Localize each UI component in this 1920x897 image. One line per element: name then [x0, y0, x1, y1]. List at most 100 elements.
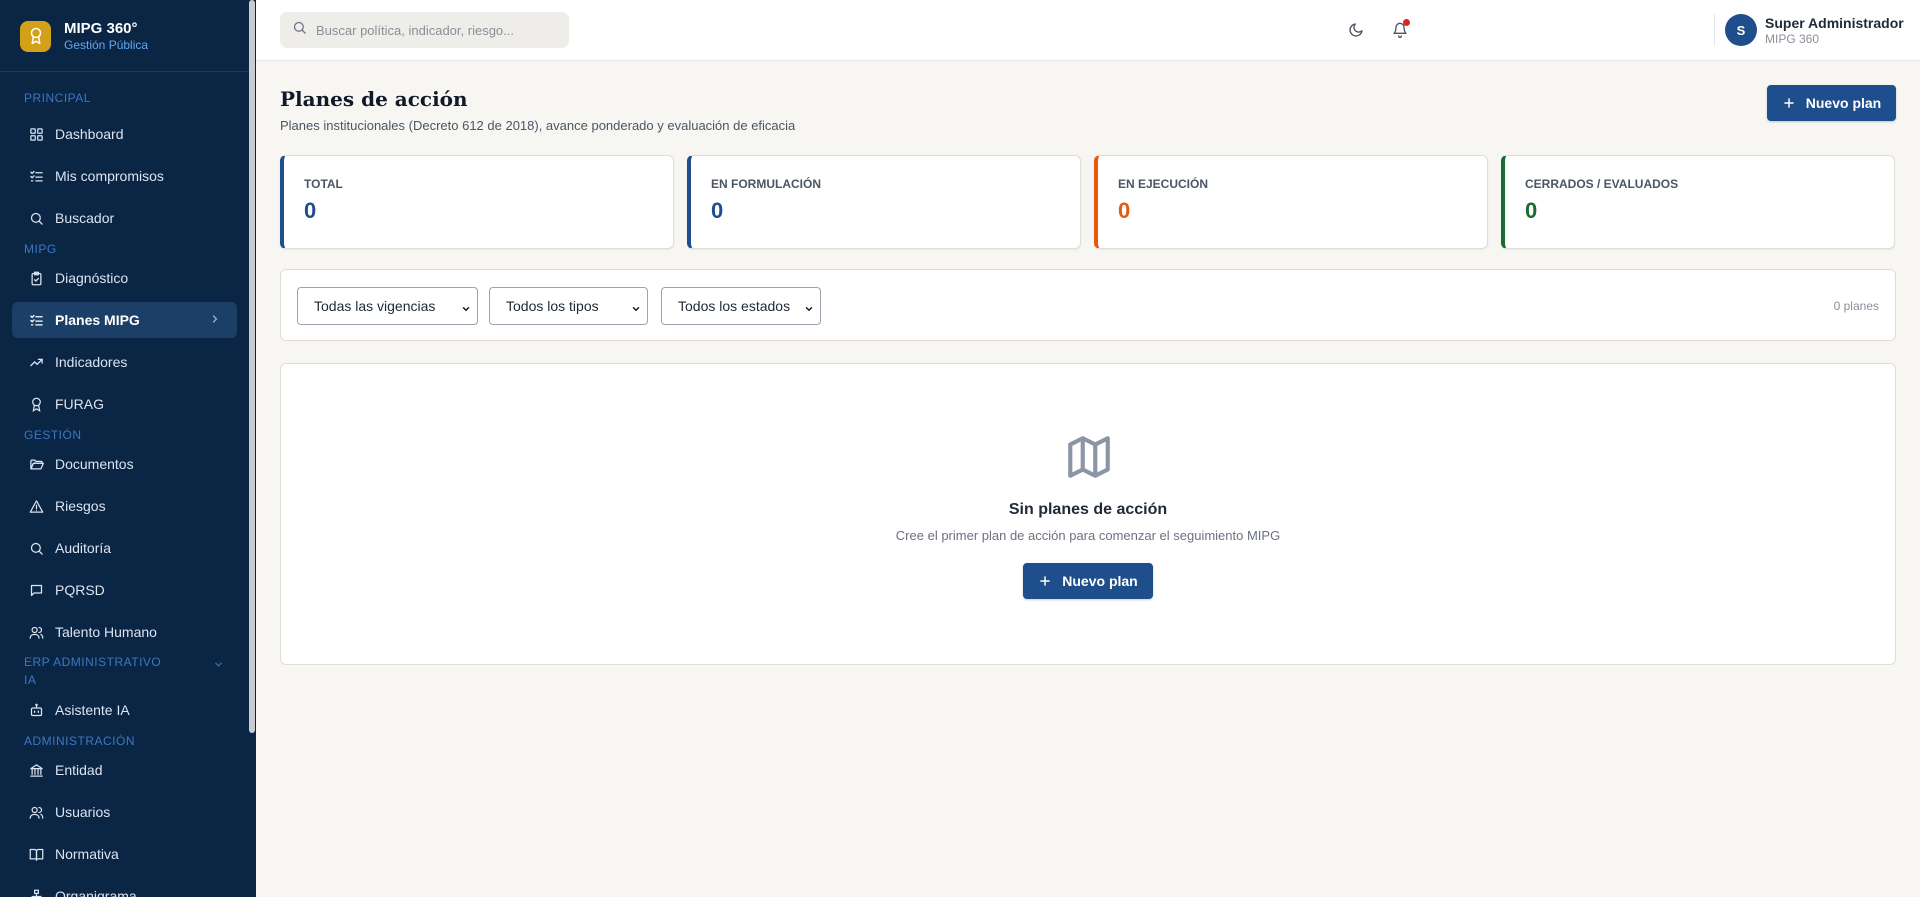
sidebar-item-documentos[interactable]: Documentos — [12, 446, 237, 482]
divider — [0, 71, 252, 72]
stat-card-en-ejecucion: EN EJECUCIÓN 0 — [1094, 155, 1488, 249]
search-icon — [28, 210, 44, 226]
sidebar-item-label: Usuarios — [55, 804, 111, 820]
user-org: MIPG 360 — [1765, 32, 1820, 46]
chevron-right-icon — [209, 312, 221, 328]
stat-label: CERRADOS / EVALUADOS — [1525, 177, 1679, 191]
folder-open-icon — [28, 456, 44, 472]
sidebar-item-label: Indicadores — [55, 354, 128, 370]
sidebar-item-label: Riesgos — [55, 498, 106, 514]
section-erp[interactable]: ERP ADMINISTRATIVO — [24, 655, 161, 669]
page-title: Planes de acción — [280, 87, 468, 111]
sidebar-scrollbar[interactable] — [249, 0, 255, 733]
stat-value: 0 — [1118, 198, 1131, 223]
sidebar-item-mis-compromisos[interactable]: Mis compromisos — [12, 158, 237, 194]
plus-icon — [1038, 574, 1052, 588]
empty-new-plan-button[interactable]: Nuevo plan — [1023, 563, 1153, 599]
users-icon — [28, 624, 44, 640]
chevron-down-icon[interactable] — [213, 657, 224, 675]
sidebar-item-label: Dashboard — [55, 126, 124, 142]
button-label: Nuevo plan — [1805, 95, 1882, 111]
search-box[interactable] — [280, 12, 569, 48]
chevron-down-icon — [804, 301, 814, 317]
estado-select[interactable]: Todos los estados — [661, 287, 821, 325]
section-principal: PRINCIPAL — [24, 91, 91, 105]
award-icon — [28, 396, 44, 412]
button-label: Nuevo plan — [1062, 573, 1138, 589]
stat-card-en-formulacion: EN FORMULACIÓN 0 — [687, 155, 1081, 249]
sidebar-item-talento-humano[interactable]: Talento Humano — [12, 614, 237, 650]
select-value: Todas las vigencias — [314, 298, 436, 314]
sidebar-item-usuarios[interactable]: Usuarios — [12, 794, 237, 830]
section-administracion: ADMINISTRACIÓN — [24, 734, 136, 748]
section-ia: IA — [24, 673, 37, 687]
org-chart-icon — [28, 888, 44, 897]
sidebar-item-label: Auditoría — [55, 540, 112, 556]
sidebar-item-dashboard[interactable]: Dashboard — [12, 116, 237, 152]
user-name[interactable]: Super Administrador — [1765, 15, 1904, 31]
moon-icon[interactable] — [1345, 19, 1367, 41]
main-content: Planes de acción Planes institucionales … — [256, 61, 1920, 897]
sidebar: MIPG 360° Gestión Pública PRINCIPAL Dash… — [0, 0, 256, 897]
map-icon — [1064, 432, 1114, 482]
sidebar-item-entidad[interactable]: Entidad — [12, 752, 237, 788]
plan-count: 0 planes — [1833, 299, 1879, 313]
tipo-select[interactable]: Todos los tipos — [489, 287, 648, 325]
stat-label: EN FORMULACIÓN — [711, 177, 821, 191]
divider — [1714, 14, 1715, 46]
sidebar-item-auditoria[interactable]: Auditoría — [12, 530, 237, 566]
empty-title: Sin planes de acción — [1008, 501, 1168, 518]
clipboard-check-icon — [28, 270, 44, 286]
stat-label: EN EJECUCIÓN — [1118, 177, 1209, 191]
sidebar-item-label: Organigrama — [55, 888, 137, 897]
sidebar-item-organigrama[interactable]: Organigrama — [12, 878, 237, 897]
sidebar-item-label: Normativa — [55, 846, 119, 862]
vigencia-select[interactable]: Todas las vigencias — [297, 287, 478, 325]
chevron-down-icon — [461, 301, 471, 317]
grid-icon — [28, 126, 44, 142]
trending-up-icon — [28, 354, 44, 370]
sidebar-item-pqrsd[interactable]: PQRSD — [12, 572, 237, 608]
sidebar-item-label: FURAG — [55, 396, 104, 412]
app-name: MIPG 360° — [64, 19, 138, 37]
section-gestion: GESTIÓN — [24, 428, 82, 442]
alert-triangle-icon — [28, 498, 44, 514]
sidebar-item-diagnostico[interactable]: Diagnóstico — [12, 260, 237, 296]
notification-dot — [1403, 19, 1410, 26]
empty-state: Sin planes de acción Cree el primer plan… — [280, 363, 1896, 665]
sidebar-item-label: Documentos — [55, 456, 134, 472]
sidebar-item-indicadores[interactable]: Indicadores — [12, 344, 237, 380]
sidebar-item-label: Buscador — [55, 210, 115, 226]
brand[interactable]: MIPG 360° Gestión Pública — [0, 0, 256, 72]
sidebar-item-label: Diagnóstico — [55, 270, 129, 286]
select-value: Todos los tipos — [506, 298, 599, 314]
stat-card-cerrados: CERRADOS / EVALUADOS 0 — [1501, 155, 1895, 249]
page-subtitle: Planes institucionales (Decreto 612 de 2… — [280, 118, 796, 133]
sidebar-item-furag[interactable]: FURAG — [12, 386, 237, 422]
app-subtitle: Gestión Pública — [64, 37, 149, 52]
sidebar-item-riesgos[interactable]: Riesgos — [12, 488, 237, 524]
filters-bar: Todas las vigencias Todos los tipos Todo… — [280, 269, 1896, 341]
sidebar-item-label: Asistente IA — [55, 702, 130, 718]
sidebar-item-buscador[interactable]: Buscador — [12, 200, 237, 236]
search-icon — [28, 540, 44, 556]
sidebar-item-label: Mis compromisos — [55, 168, 164, 184]
stat-label: TOTAL — [304, 177, 343, 191]
stat-value: 0 — [1525, 198, 1538, 223]
list-check-icon — [28, 168, 44, 184]
landmark-icon — [28, 762, 44, 778]
sidebar-item-normativa[interactable]: Normativa — [12, 836, 237, 872]
stat-card-total: TOTAL 0 — [280, 155, 674, 249]
sidebar-item-label: PQRSD — [55, 582, 105, 598]
select-value: Todos los estados — [678, 298, 791, 314]
sidebar-item-planes-mipg[interactable]: Planes MIPG — [12, 302, 237, 338]
chevron-down-icon — [631, 301, 641, 317]
search-input[interactable] — [316, 22, 556, 38]
sidebar-item-asistente-ia[interactable]: Asistente IA — [12, 692, 237, 728]
list-check-icon — [28, 312, 44, 328]
stat-value: 0 — [711, 198, 724, 223]
new-plan-button[interactable]: Nuevo plan — [1767, 85, 1896, 121]
bot-icon — [28, 702, 44, 718]
avatar[interactable]: S — [1725, 14, 1757, 46]
bell-icon[interactable] — [1389, 19, 1411, 41]
